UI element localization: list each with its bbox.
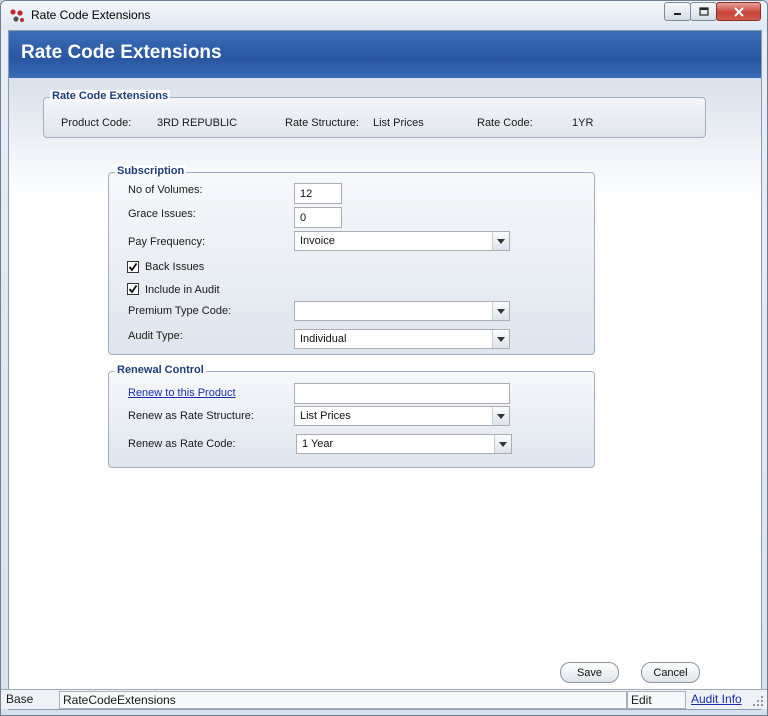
page-title: Rate Code Extensions bbox=[21, 42, 222, 63]
renew-rate-code-value: 1 Year bbox=[302, 438, 334, 450]
pay-frequency-value: Invoice bbox=[300, 235, 335, 247]
chevron-down-icon bbox=[497, 238, 505, 244]
audit-type-value: Individual bbox=[300, 333, 347, 345]
chevron-down-icon bbox=[499, 441, 507, 447]
back-issues-label: Back Issues bbox=[145, 261, 205, 273]
chevron-down-icon bbox=[497, 308, 505, 314]
minimize-icon bbox=[674, 13, 681, 15]
premium-type-select[interactable] bbox=[294, 301, 510, 321]
minimize-button[interactable] bbox=[664, 2, 691, 21]
close-icon bbox=[733, 6, 744, 17]
rate-code-label: Rate Code: bbox=[477, 117, 533, 129]
pay-frequency-dropdown-button[interactable] bbox=[492, 232, 509, 250]
subscription-group: Subscription No of Volumes: Grace Issues… bbox=[108, 165, 595, 355]
form-client-area: Rate Code Extensions Rate Code Extension… bbox=[8, 30, 762, 710]
title-bar[interactable]: Rate Code Extensions bbox=[1, 1, 767, 30]
status-bar: Base RateCodeExtensions Edit Audit Info bbox=[1, 689, 767, 709]
close-button[interactable] bbox=[716, 2, 761, 21]
subscription-legend: Subscription bbox=[115, 165, 187, 177]
rate-structure-value: List Prices bbox=[373, 117, 424, 129]
grace-issues-input[interactable] bbox=[294, 207, 342, 228]
pay-frequency-select[interactable]: Invoice bbox=[294, 231, 510, 251]
audit-type-label: Audit Type: bbox=[128, 330, 183, 342]
renew-rate-structure-value: List Prices bbox=[300, 410, 351, 422]
window-controls bbox=[664, 2, 761, 21]
chevron-down-icon bbox=[497, 336, 505, 342]
renew-to-product-input[interactable] bbox=[294, 383, 510, 404]
status-mode: Edit bbox=[627, 691, 686, 709]
renew-rate-code-select[interactable]: 1 Year bbox=[296, 434, 512, 454]
chevron-down-icon bbox=[497, 413, 505, 419]
rate-code-info-group: Rate Code Extensions Product Code: 3RD R… bbox=[43, 90, 706, 138]
premium-type-label: Premium Type Code: bbox=[128, 305, 232, 317]
rate-code-value: 1YR bbox=[572, 117, 594, 129]
save-button[interactable]: Save bbox=[560, 662, 619, 683]
renew-rate-code-dropdown-button[interactable] bbox=[494, 435, 511, 453]
maximize-button[interactable] bbox=[690, 2, 717, 21]
grace-issues-label: Grace Issues: bbox=[128, 208, 196, 220]
volumes-input[interactable] bbox=[294, 183, 342, 204]
app-logo-icon bbox=[10, 9, 24, 22]
app-window: Rate Code Extensions Rate Code Extension… bbox=[0, 0, 768, 716]
renew-rate-structure-label: Renew as Rate Structure: bbox=[128, 410, 254, 422]
pay-frequency-label: Pay Frequency: bbox=[128, 236, 206, 248]
back-issues-checkbox[interactable] bbox=[127, 261, 139, 273]
rate-structure-label: Rate Structure: bbox=[285, 117, 359, 129]
premium-type-dropdown-button[interactable] bbox=[492, 302, 509, 320]
checkmark-icon bbox=[128, 262, 138, 272]
include-audit-label: Include in Audit bbox=[145, 284, 220, 296]
checkmark-icon bbox=[128, 284, 138, 294]
audit-info-link[interactable]: Audit Info bbox=[688, 691, 748, 709]
header-band: Rate Code Extensions bbox=[9, 31, 761, 78]
window-title: Rate Code Extensions bbox=[31, 8, 151, 22]
product-code-value: 3RD REPUBLIC bbox=[157, 117, 238, 129]
rate-code-info-legend: Rate Code Extensions bbox=[50, 90, 171, 102]
renewal-control-group: Renewal Control Renew to this Product Re… bbox=[108, 364, 595, 468]
renew-rate-structure-dropdown-button[interactable] bbox=[492, 407, 509, 425]
cancel-button[interactable]: Cancel bbox=[641, 662, 700, 683]
resize-grip-icon[interactable] bbox=[753, 696, 763, 706]
renew-rate-structure-select[interactable]: List Prices bbox=[294, 406, 510, 426]
include-audit-checkbox[interactable] bbox=[127, 283, 139, 295]
maximize-icon bbox=[698, 7, 709, 16]
renew-rate-code-label: Renew as Rate Code: bbox=[128, 438, 236, 450]
renewal-control-legend: Renewal Control bbox=[115, 364, 206, 376]
status-base: Base bbox=[6, 692, 34, 706]
audit-type-dropdown-button[interactable] bbox=[492, 330, 509, 348]
renew-to-product-link[interactable]: Renew to this Product bbox=[128, 387, 236, 399]
status-form-name: RateCodeExtensions bbox=[59, 691, 627, 709]
volumes-label: No of Volumes: bbox=[128, 184, 203, 196]
audit-type-select[interactable]: Individual bbox=[294, 329, 510, 349]
product-code-label: Product Code: bbox=[61, 117, 132, 129]
